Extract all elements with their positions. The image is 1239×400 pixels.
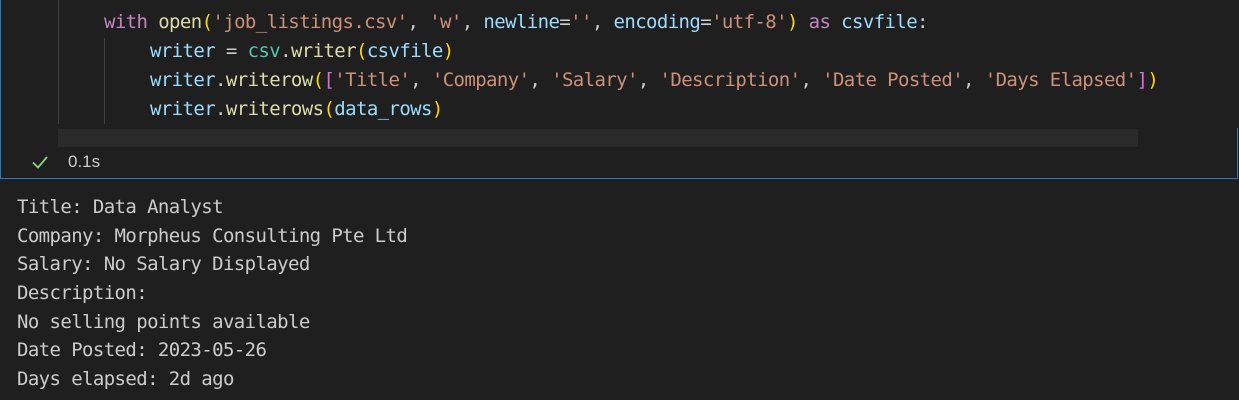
code-token: ,: [461, 11, 484, 33]
code-token: 'w': [429, 11, 462, 33]
execution-status: 0.1s: [30, 150, 100, 174]
code-token: writer: [150, 40, 216, 62]
indent-guide: [58, 0, 59, 124]
code-token: ,: [529, 69, 552, 91]
code-token: =: [559, 11, 571, 33]
code-token: ]: [1136, 69, 1148, 91]
code-token: csvfile: [841, 11, 918, 33]
code-token: '': [570, 11, 592, 33]
code-token: ,: [963, 69, 985, 91]
code-token: 'Salary': [551, 69, 638, 91]
code-token: .: [215, 69, 226, 91]
cell-output: Title: Data Analyst Company: Morpheus Co…: [17, 193, 408, 394]
code-cell[interactable]: with open('job_listings.csv', 'w', newli…: [0, 0, 1238, 179]
output-line: Description:: [17, 282, 148, 305]
code-token: (: [312, 69, 324, 91]
code-token: .: [280, 40, 291, 62]
code-token: ): [1147, 69, 1159, 91]
code-token: with: [104, 11, 148, 33]
code-token: ): [442, 40, 454, 62]
output-line: Days elapsed: 2d ago: [17, 368, 234, 391]
code-token: newline: [483, 11, 560, 33]
code-token: ,: [800, 69, 823, 91]
code-token: =: [700, 11, 712, 33]
code-token: ,: [407, 11, 430, 33]
code-token: 'Date Posted': [822, 69, 964, 91]
code-line[interactable]: writer.writerows(data_rows): [150, 95, 443, 124]
code-token: open: [158, 11, 202, 33]
code-token: 'Days Elapsed': [984, 69, 1137, 91]
code-token: csvfile: [366, 40, 443, 62]
code-token: ,: [591, 11, 614, 33]
code-token: (: [323, 98, 335, 120]
code-token: 'Company': [431, 69, 530, 91]
code-token: (: [201, 11, 213, 33]
code-token: ): [431, 98, 443, 120]
code-token: 'job_listings.csv': [212, 11, 408, 33]
code-line[interactable]: writer = csv.writer(csvfile): [150, 37, 454, 66]
code-token: data_rows: [334, 98, 432, 120]
code-token: writer: [290, 40, 357, 62]
code-token: writerow: [225, 69, 313, 91]
code-token: (: [356, 40, 367, 62]
indent-guide: [104, 38, 105, 124]
output-line: Title: Data Analyst: [17, 196, 224, 218]
code-token: [: [323, 69, 335, 91]
code-line[interactable]: writer.writerow(['Title', 'Company', 'Sa…: [150, 66, 1159, 95]
code-token: ): [786, 11, 798, 33]
code-token: :: [917, 11, 928, 33]
code-token: 'Title': [334, 69, 411, 91]
code-token: 'utf-8': [711, 11, 787, 33]
code-token: writer: [150, 98, 216, 120]
code-token: writer: [150, 69, 216, 91]
code-token: 'Description': [659, 69, 802, 91]
empty-code-line-highlight[interactable]: [58, 129, 1138, 147]
code-token: .: [215, 98, 226, 120]
output-line: No selling points available: [17, 310, 310, 333]
output-line: Date Posted: 2023-05-26: [17, 339, 267, 362]
code-token: encoding: [613, 11, 701, 33]
code-token: ,: [410, 69, 432, 91]
code-token: as: [808, 11, 831, 33]
output-line: Company: Morpheus Consulting Pte Ltd: [17, 224, 408, 247]
code-token: =: [215, 40, 248, 62]
output-line: Salary: No Salary Displayed: [17, 253, 310, 276]
code-token: csv: [247, 40, 281, 62]
code-token: ,: [637, 69, 660, 91]
cell-focus-border: [0, 0, 1, 179]
code-line[interactable]: with open('job_listings.csv', 'w', newli…: [104, 8, 928, 37]
check-icon: [30, 152, 50, 172]
code-token: writerows: [225, 98, 324, 120]
execution-duration: 0.1s: [68, 152, 101, 171]
